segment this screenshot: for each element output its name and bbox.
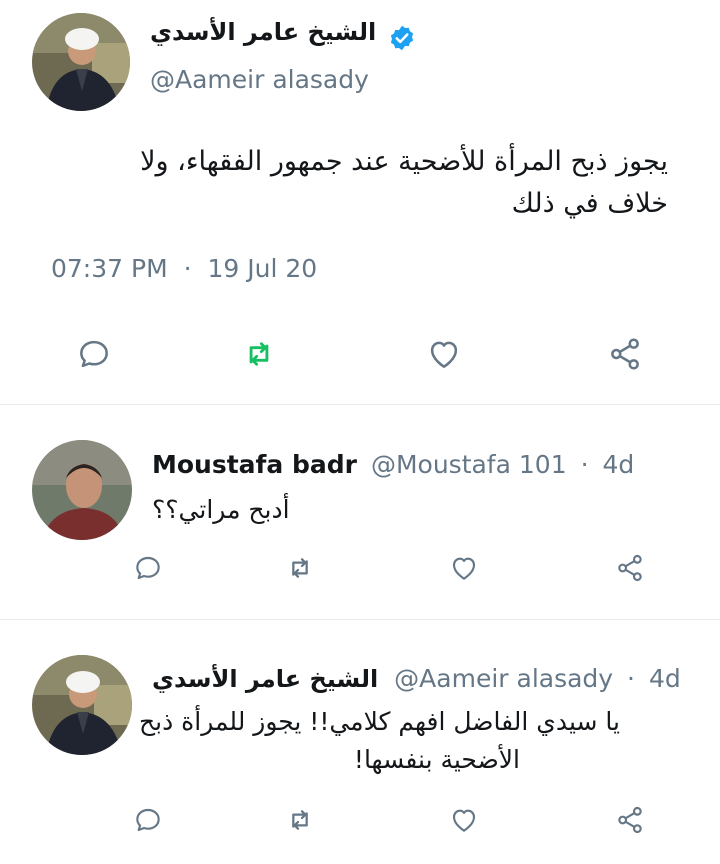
main-like-button[interactable] xyxy=(422,332,466,376)
reply1-author-name[interactable]: Moustafa badr xyxy=(152,450,357,479)
retweet-icon xyxy=(249,342,269,366)
reply2-like-button[interactable] xyxy=(446,802,482,838)
reply1-share-button[interactable] xyxy=(612,550,648,586)
verified-badge-icon xyxy=(388,24,416,52)
avatar-moustafa[interactable] xyxy=(32,440,132,540)
retweet-icon xyxy=(292,558,308,578)
reply2-age[interactable]: 4d xyxy=(649,664,681,693)
share-icon xyxy=(618,554,642,582)
avatar-aameir[interactable] xyxy=(32,13,130,111)
meta-separator: · xyxy=(627,664,635,693)
reply-icon xyxy=(136,808,160,832)
share-icon xyxy=(618,806,642,834)
reply1-reply-button[interactable] xyxy=(130,550,166,586)
retweet-icon xyxy=(292,810,308,830)
avatar-aameir-reply[interactable] xyxy=(32,655,132,755)
share-icon xyxy=(611,338,639,370)
divider xyxy=(0,404,720,405)
reply1-header: Moustafa badr @Moustafa 101 · 4d xyxy=(152,450,634,479)
main-tweet-timestamp[interactable]: 07:37 PM · 19 Jul 20 xyxy=(51,254,317,283)
main-share-button[interactable] xyxy=(603,332,647,376)
like-icon xyxy=(430,341,458,368)
reply1-age[interactable]: 4d xyxy=(602,450,634,479)
main-tweet-text-line1: يجوز ذبح المرأة للأضحية عند جمهور الفقها… xyxy=(140,146,668,177)
reply2-reply-button[interactable] xyxy=(130,802,166,838)
reply-icon xyxy=(80,340,108,368)
main-reply-button[interactable] xyxy=(72,332,116,376)
reply-icon xyxy=(136,556,160,580)
reply2-text-line2: الأضحية بنفسها! xyxy=(353,745,520,774)
reply2-header: الشيخ عامر الأسدي @Aameir alasady · 4d xyxy=(152,664,681,693)
tweet-time: 07:37 PM xyxy=(51,254,168,283)
reply1-retweet-button[interactable] xyxy=(282,550,318,586)
main-author-handle[interactable]: @Aameir alasady xyxy=(150,65,369,94)
reply1-like-button[interactable] xyxy=(446,550,482,586)
main-retweet-button[interactable] xyxy=(237,332,281,376)
meta-separator: · xyxy=(580,450,589,479)
like-icon xyxy=(452,809,476,832)
main-author-name[interactable]: الشيخ عامر الأسدي xyxy=(150,18,376,46)
reply2-retweet-button[interactable] xyxy=(282,802,318,838)
tweet-date: 19 Jul 20 xyxy=(207,254,318,283)
divider xyxy=(0,619,720,620)
like-icon xyxy=(452,557,476,580)
main-tweet-text-line2: خلاف في ذلك xyxy=(511,188,668,219)
meta-separator: · xyxy=(183,254,192,283)
reply1-text: أدبح مراتي؟؟ xyxy=(152,495,290,524)
reply2-author-name[interactable]: الشيخ عامر الأسدي xyxy=(152,665,378,693)
reply2-author-handle[interactable]: @Aameir alasady xyxy=(394,664,613,693)
reply2-share-button[interactable] xyxy=(612,802,648,838)
reply1-author-handle[interactable]: @Moustafa 101 xyxy=(371,450,567,479)
reply2-text-line1: يا سيدي الفاضل افهم كلامي!! يجوز للمرأة … xyxy=(138,707,620,736)
